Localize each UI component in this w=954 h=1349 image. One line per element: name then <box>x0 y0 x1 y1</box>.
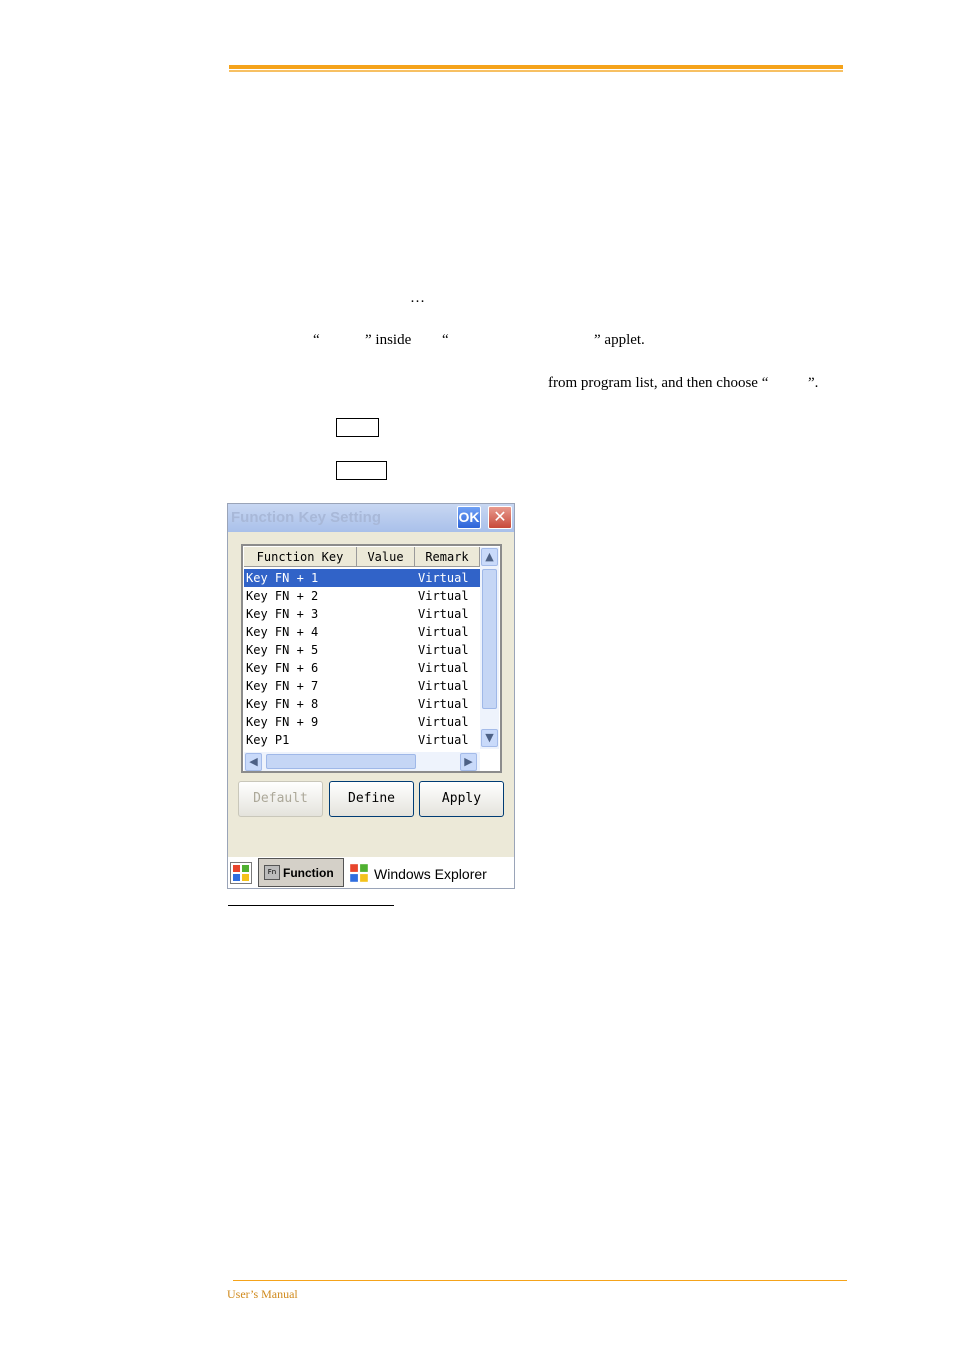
table-row[interactable]: Key FN + 2 Virtual <box>244 587 480 605</box>
cell-function-key: Key FN + 1 <box>246 571 319 585</box>
program-list-text: from program list, and then choose “ <box>548 375 769 391</box>
table-row[interactable]: Key FN + 7 Virtual <box>244 677 480 695</box>
cell-remark: Virtual <box>418 697 469 711</box>
cell-function-key: Key FN + 9 <box>246 715 319 729</box>
ok-button[interactable]: OK <box>457 506 481 529</box>
caption-rule <box>228 905 394 906</box>
function-key-list[interactable]: Function Key Value Remark Key FN + 1 Virt… <box>241 544 502 773</box>
table-row[interactable]: Key P1 Virtual <box>244 731 480 749</box>
table-row[interactable]: Key FN + 1 Virtual <box>244 569 480 587</box>
taskbar-function-button[interactable]: Fn Function <box>258 858 344 887</box>
header-rule-light <box>229 70 843 72</box>
cell-function-key: Key P1 <box>246 733 290 747</box>
table-row[interactable]: Key FN + 6 Virtual <box>244 659 480 677</box>
key-box-1 <box>336 418 379 437</box>
function-key-window: Function Key Setting OK ✕ Function Key V… <box>227 503 515 889</box>
table-row[interactable]: Key FN + 8 Virtual <box>244 695 480 713</box>
footer-title: User’s Manual <box>227 1287 298 1301</box>
horizontal-scrollbar[interactable]: ◀ ▶ <box>244 752 480 771</box>
cell-remark: Virtual <box>418 661 469 675</box>
column-header-remark[interactable]: Remark <box>415 547 480 567</box>
cell-function-key: Key FN + 7 <box>246 679 319 693</box>
table-row[interactable]: Key FN + 4 Virtual <box>244 623 480 641</box>
cell-function-key: Key FN + 8 <box>246 697 319 711</box>
scroll-left-icon[interactable]: ◀ <box>245 753 262 771</box>
ellipsis-text: … <box>410 290 425 306</box>
cell-remark: Virtual <box>418 715 469 729</box>
taskbar-explorer-label[interactable]: Windows Explorer <box>374 866 487 882</box>
cell-remark: Virtual <box>418 625 469 639</box>
column-header-value[interactable]: Value <box>357 547 415 567</box>
fn-icon: Fn <box>264 865 280 880</box>
column-header-function-key[interactable]: Function Key <box>244 547 357 567</box>
taskbar-function-label: Function <box>283 866 334 880</box>
horizontal-scroll-thumb[interactable] <box>266 754 416 769</box>
cell-remark: Virtual <box>418 679 469 693</box>
scroll-right-icon[interactable]: ▶ <box>460 753 477 771</box>
header-rule <box>229 65 843 69</box>
table-row[interactable]: Key FN + 3 Virtual <box>244 605 480 623</box>
quote-open-2: “ <box>442 332 449 348</box>
window-title: Function Key Setting <box>231 509 381 526</box>
define-button[interactable]: Define <box>329 781 414 817</box>
vertical-scrollbar[interactable]: ▲ ▼ <box>480 547 499 749</box>
cell-remark: Virtual <box>418 589 469 603</box>
key-box-2 <box>336 461 387 480</box>
table-row[interactable]: Key FN + 9 Virtual <box>244 713 480 731</box>
cell-remark: Virtual <box>418 733 469 747</box>
default-button[interactable]: Default <box>238 781 323 817</box>
scroll-up-icon[interactable]: ▲ <box>481 548 498 566</box>
cell-function-key: Key FN + 5 <box>246 643 319 657</box>
cell-remark: Virtual <box>418 571 469 585</box>
inside-text: ” inside <box>365 332 412 348</box>
cell-function-key: Key FN + 4 <box>246 625 319 639</box>
cell-remark: Virtual <box>418 607 469 621</box>
scroll-down-icon[interactable]: ▼ <box>481 729 498 747</box>
taskbar: Fn Function Windows Explorer <box>228 857 514 888</box>
cell-function-key: Key FN + 6 <box>246 661 319 675</box>
applet-text: ” applet. <box>594 332 645 348</box>
cell-function-key: Key FN + 3 <box>246 607 319 621</box>
apply-button[interactable]: Apply <box>419 781 504 817</box>
vertical-scroll-thumb[interactable] <box>482 569 497 709</box>
quote-open-1: “ <box>313 332 320 348</box>
start-icon[interactable] <box>230 862 252 884</box>
title-bar: Function Key Setting OK ✕ <box>228 504 514 532</box>
cell-remark: Virtual <box>418 643 469 657</box>
close-icon[interactable]: ✕ <box>488 506 512 529</box>
table-row[interactable]: Key FN + 5 Virtual <box>244 641 480 659</box>
cell-function-key: Key FN + 2 <box>246 589 319 603</box>
windows-logo-icon <box>348 862 370 888</box>
quote-close: ”. <box>808 375 819 391</box>
footer-rule <box>233 1280 847 1281</box>
